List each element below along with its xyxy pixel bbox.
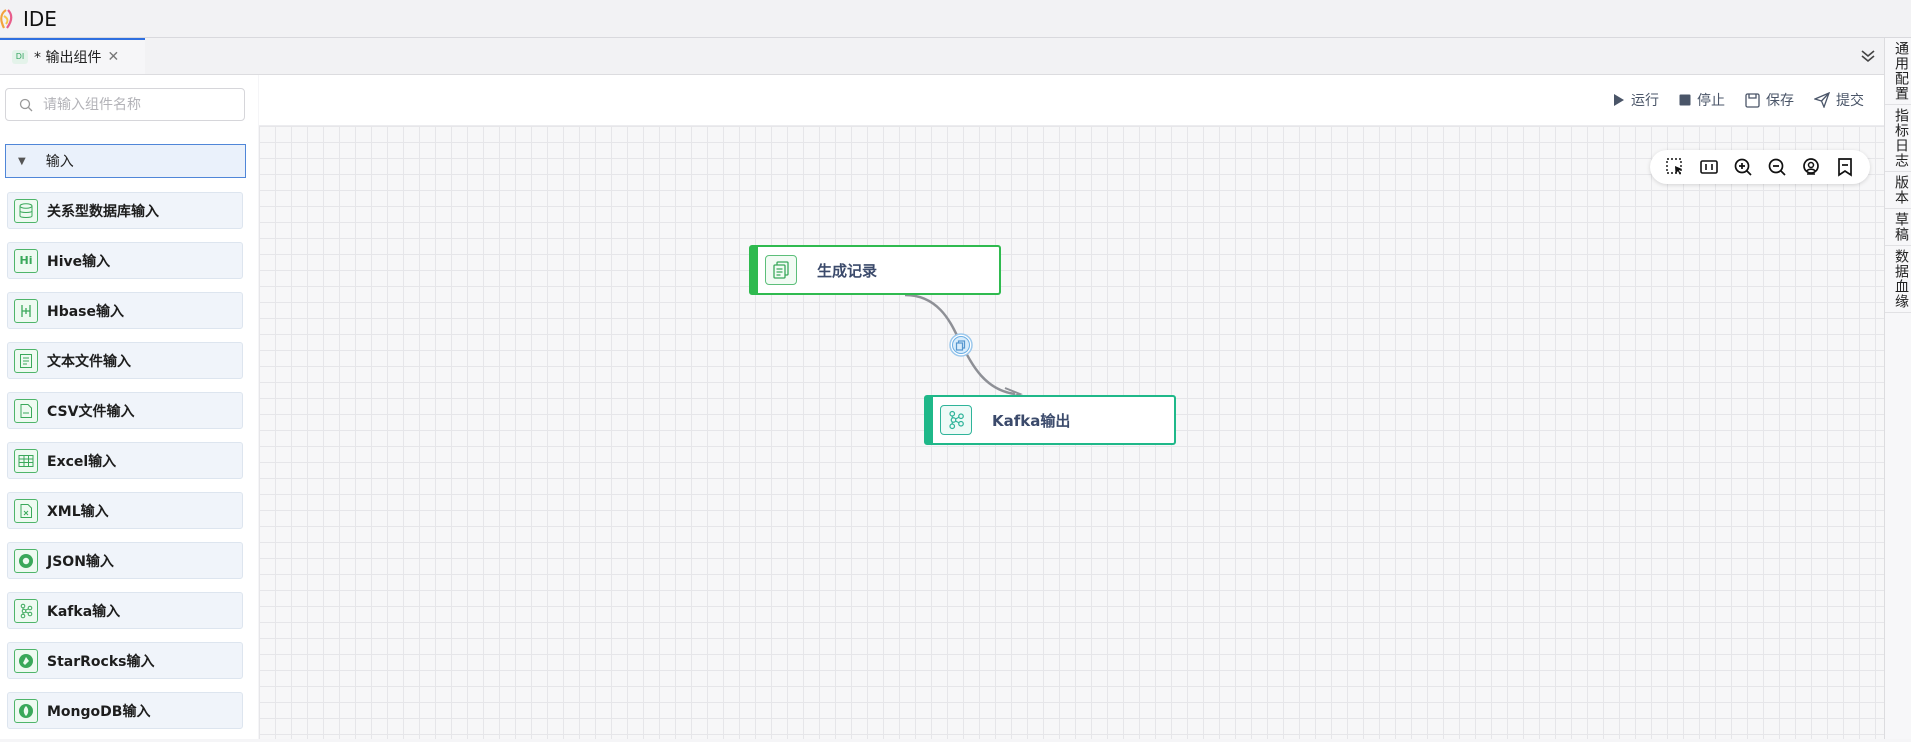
tab-output-component[interactable]: DI * 输出组件 ✕	[0, 38, 145, 74]
panel-draft[interactable]: 草稿	[1885, 209, 1911, 246]
component-label: Kafka输入	[47, 603, 121, 620]
xml-file-icon	[14, 498, 38, 523]
component-item[interactable]: CSV文件输入	[7, 392, 243, 429]
component-item[interactable]: MongoDB输入	[7, 692, 243, 729]
zoom-out-icon[interactable]	[1767, 157, 1787, 177]
edge-copy-icon[interactable]	[949, 333, 973, 357]
generate-record-icon	[765, 255, 797, 285]
component-item[interactable]: JSON输入	[7, 542, 243, 579]
right-side-panel: 通用配置 指标日志 版本 草稿 数据血缘	[1884, 38, 1911, 739]
panel-general-config[interactable]: 通用配置	[1885, 38, 1911, 105]
mongodb-icon	[14, 698, 38, 723]
hive-icon: Hi	[14, 248, 38, 273]
tab-type-badge: DI	[12, 50, 28, 64]
component-item[interactable]: 关系型数据库输入	[7, 192, 243, 229]
component-label: 关系型数据库输入	[47, 203, 159, 220]
submit-label: 提交	[1836, 93, 1864, 109]
caret-down-icon: ▼	[18, 155, 26, 167]
component-label: CSV文件输入	[47, 403, 135, 420]
hbase-icon	[14, 298, 38, 323]
locate-icon[interactable]	[1801, 157, 1821, 177]
canvas-toolbar: 运行 停止 保存 提交	[259, 75, 1884, 126]
toolbar-actions: 运行 停止 保存 提交	[1613, 90, 1864, 110]
database-icon	[14, 198, 38, 223]
app-logo-icon	[0, 8, 13, 29]
excel-table-icon	[14, 448, 38, 473]
json-icon	[14, 548, 38, 573]
save-button[interactable]: 保存	[1745, 90, 1794, 110]
csv-file-icon	[14, 398, 38, 423]
component-item[interactable]: XML输入	[7, 492, 243, 529]
search-icon	[19, 98, 33, 111]
component-label: Hbase输入	[47, 303, 125, 320]
component-item[interactable]: StarRocks输入	[7, 642, 243, 679]
run-label: 运行	[1631, 93, 1659, 109]
starrocks-icon	[14, 648, 38, 673]
component-label: 文本文件输入	[47, 353, 131, 370]
box-select-icon[interactable]	[1665, 157, 1685, 177]
submit-button[interactable]: 提交	[1814, 90, 1864, 110]
search-input[interactable]	[41, 95, 235, 114]
component-label: Hive输入	[47, 253, 111, 270]
node-label: 生成记录	[817, 261, 878, 280]
flow-node-kafka-output[interactable]: Kafka输出	[924, 395, 1176, 445]
kafka-icon	[14, 598, 38, 623]
component-item[interactable]: Hi Hive输入	[7, 242, 243, 279]
panel-data-lineage[interactable]: 数据血缘	[1885, 246, 1911, 313]
minimap-icon[interactable]	[1835, 157, 1855, 177]
component-item[interactable]: Kafka输入	[7, 592, 243, 629]
group-label: 输入	[45, 154, 74, 170]
editor-tab-bar: DI * 输出组件 ✕	[0, 38, 1884, 75]
component-sidebar: ▼ 输入 关系型数据库输入 Hi Hive输入 Hbase输入 文本文件输入	[0, 75, 258, 739]
node-label: Kafka输出	[992, 411, 1071, 430]
fit-view-icon[interactable]	[1699, 157, 1719, 177]
app-title: IDE	[23, 6, 57, 31]
component-item[interactable]: Hbase输入	[7, 292, 243, 329]
send-icon	[1814, 92, 1830, 108]
close-icon[interactable]: ✕	[107, 49, 119, 65]
component-label: StarRocks输入	[47, 653, 155, 670]
component-search	[5, 88, 245, 121]
save-label: 保存	[1766, 93, 1794, 109]
stop-button[interactable]: 停止	[1679, 90, 1725, 110]
text-file-icon	[14, 348, 38, 373]
chevron-double-down-icon[interactable]	[1858, 46, 1878, 66]
component-list: 关系型数据库输入 Hi Hive输入 Hbase输入 文本文件输入 CSV文件输…	[7, 192, 244, 742]
stop-icon	[1679, 94, 1691, 106]
panel-version[interactable]: 版本	[1885, 172, 1911, 209]
component-item[interactable]: 文本文件输入	[7, 342, 243, 379]
component-label: JSON输入	[47, 553, 114, 570]
canvas-tools	[1650, 150, 1870, 184]
stop-label: 停止	[1697, 93, 1725, 109]
app-header: IDE	[0, 0, 1911, 38]
save-icon	[1745, 92, 1760, 108]
kafka-icon	[940, 405, 972, 435]
component-label: MongoDB输入	[47, 703, 151, 720]
component-label: Excel输入	[47, 453, 117, 470]
play-icon	[1614, 94, 1624, 106]
tab-label: * 输出组件	[34, 50, 102, 66]
component-label: XML输入	[47, 503, 109, 520]
flow-node-generate-record[interactable]: 生成记录	[749, 245, 1001, 295]
zoom-in-icon[interactable]	[1733, 157, 1753, 177]
group-input-header[interactable]: ▼ 输入	[5, 144, 246, 178]
component-item[interactable]: Excel输入	[7, 442, 243, 479]
panel-metrics-log[interactable]: 指标日志	[1885, 105, 1911, 172]
run-button[interactable]: 运行	[1613, 90, 1659, 110]
